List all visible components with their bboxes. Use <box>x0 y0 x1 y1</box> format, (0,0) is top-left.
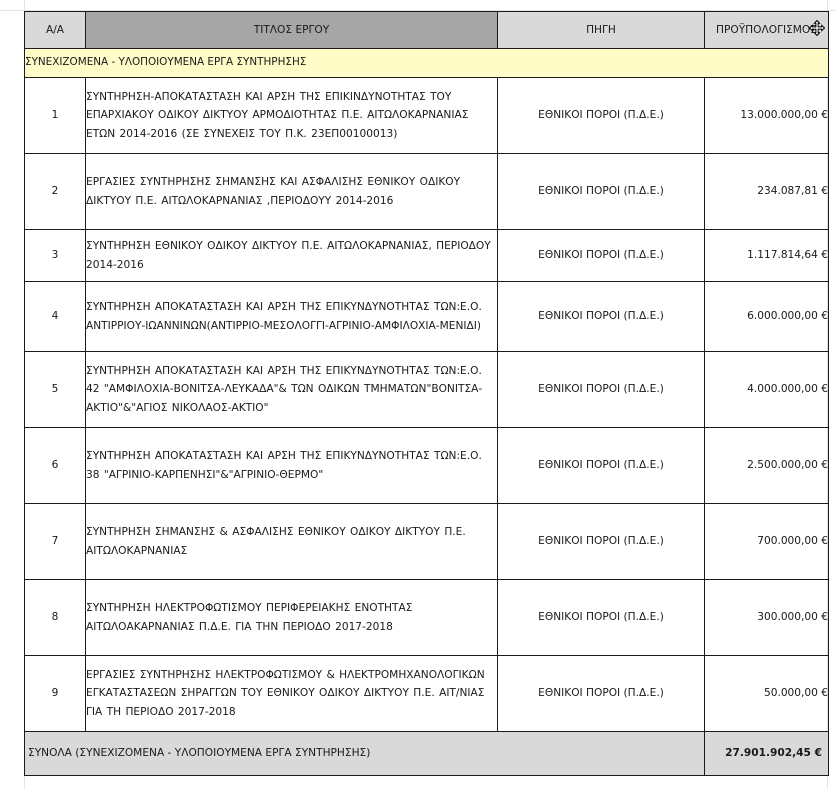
cell-budget[interactable]: 300.000,00 € <box>704 579 829 656</box>
cell-source[interactable]: ΕΘΝΙΚΟΙ ΠΟΡΟΙ (Π.Δ.Ε.) <box>497 229 705 282</box>
table-row: 5 ΣΥΝΤΗΡΗΣΗ ΑΠΟΚΑΤΑΣΤΑΣΗ ΚΑΙ ΑΡΣΗ ΤΗΣ ΕΠ… <box>24 351 829 428</box>
cell-title[interactable]: ΕΡΓΑΣΙΕΣ ΣΥΝΤΗΡΗΣΗΣ ΣΗΜΑΝΣΗΣ ΚΑΙ ΑΣΦΑΛΙΣ… <box>85 153 498 230</box>
table-row: 8 ΣΥΝΤΗΡΗΣΗ ΗΛΕΚΤΡΟΦΩΤΙΣΜΟΥ ΠΕΡΙΦΕΡΕΙΑΚΗ… <box>24 579 829 656</box>
section-row: ΣΥΝΕΧΙΖΟΜΕΝΑ - ΥΛΟΠΟΙΟΥΜΕΝΑ ΕΡΓΑ ΣΥΝΤΗΡΗ… <box>24 48 829 78</box>
cell-source[interactable]: ΕΘΝΙΚΟΙ ΠΟΡΟΙ (Π.Δ.Ε.) <box>497 427 705 504</box>
table-row: 3 ΣΥΝΤΗΡΗΣΗ ΕΘΝΙΚΟΥ ΟΔΙΚΟΥ ΔΙΚΤΥΟΥ Π.Ε. … <box>24 229 829 282</box>
cell-source[interactable]: ΕΘΝΙΚΟΙ ΠΟΡΟΙ (Π.Δ.Ε.) <box>497 153 705 230</box>
header-cell-source[interactable]: ΠΗΓΗ <box>497 11 705 49</box>
cell-title[interactable]: ΣΥΝΤΗΡΗΣΗ ΑΠΟΚΑΤΑΣΤΑΣΗ ΚΑΙ ΑΡΣΗ ΤΗΣ ΕΠΙΚ… <box>85 351 498 428</box>
cell-budget[interactable]: 2.500.000,00 € <box>704 427 829 504</box>
header-label: ΤΙΤΛΟΣ ΕΡΓΟΥ <box>253 23 330 36</box>
cell-number[interactable]: 5 <box>24 351 86 428</box>
cell-title[interactable]: ΣΥΝΤΗΡΗΣΗ ΑΠΟΚΑΤΑΣΤΑΣΗ ΚΑΙ ΑΡΣΗ ΤΗΣ ΕΠΙΚ… <box>85 281 498 352</box>
cell-source[interactable]: ΕΘΝΙΚΟΙ ΠΟΡΟΙ (Π.Δ.Ε.) <box>497 655 705 732</box>
section-cell[interactable]: ΣΥΝΕΧΙΖΟΜΕΝΑ - ΥΛΟΠΟΙΟΥΜΕΝΑ ΕΡΓΑ ΣΥΝΤΗΡΗ… <box>24 48 829 78</box>
cell-title[interactable]: ΣΥΝΤΗΡΗΣΗ ΑΠΟΚΑΤΑΣΤΑΣΗ ΚΑΙ ΑΡΣΗ ΤΗΣ ΕΠΙΚ… <box>85 427 498 504</box>
move-cursor-icon <box>809 20 825 36</box>
cell-number[interactable]: 6 <box>24 427 86 504</box>
header-cell-budget[interactable]: ΠΡΟΫΠΟΛΟΓΙΣΜΟΣ <box>704 11 829 49</box>
cell-number[interactable]: 1 <box>24 77 86 154</box>
cell-budget[interactable]: 6.000.000,00 € <box>704 281 829 352</box>
cell-budget[interactable]: 13.000.000,00 € <box>704 77 829 154</box>
header-label: ΠΡΟΫΠΟΛΟΓΙΣΜΟΣ <box>716 23 817 36</box>
cell-number[interactable]: 7 <box>24 503 86 580</box>
projects-table: Α/Α ΤΙΤΛΟΣ ΕΡΓΟΥ ΠΗΓΗ ΠΡΟΫΠΟΛΟΓΙΣΜΟΣ ΣΥΝ… <box>24 11 829 776</box>
table-row: 7 ΣΥΝΤΗΡΗΣΗ ΣΗΜΑΝΣΗΣ & ΑΣΦΑΛΙΣΗΣ ΕΘΝΙΚΟΥ… <box>24 503 829 580</box>
cell-source[interactable]: ΕΘΝΙΚΟΙ ΠΟΡΟΙ (Π.Δ.Ε.) <box>497 351 705 428</box>
cell-number[interactable]: 4 <box>24 281 86 352</box>
table-row: 9 ΕΡΓΑΣΙΕΣ ΣΥΝΤΗΡΗΣΗΣ ΗΛΕΚΤΡΟΦΩΤΙΣΜΟΥ & … <box>24 655 829 732</box>
cell-title[interactable]: ΣΥΝΤΗΡΗΣΗ-ΑΠΟΚΑΤΑΣΤΑΣΗ ΚΑΙ ΑΡΣΗ ΤΗΣ ΕΠΙΚ… <box>85 77 498 154</box>
table-row: 6 ΣΥΝΤΗΡΗΣΗ ΑΠΟΚΑΤΑΣΤΑΣΗ ΚΑΙ ΑΡΣΗ ΤΗΣ ΕΠ… <box>24 427 829 504</box>
table-row: 4 ΣΥΝΤΗΡΗΣΗ ΑΠΟΚΑΤΑΣΤΑΣΗ ΚΑΙ ΑΡΣΗ ΤΗΣ ΕΠ… <box>24 281 829 352</box>
cell-title[interactable]: ΣΥΝΤΗΡΗΣΗ ΕΘΝΙΚΟΥ ΟΔΙΚΟΥ ΔΙΚΤΥΟΥ Π.Ε. ΑΙ… <box>85 229 498 282</box>
cell-number[interactable]: 8 <box>24 579 86 656</box>
cell-source[interactable]: ΕΘΝΙΚΟΙ ΠΟΡΟΙ (Π.Δ.Ε.) <box>497 503 705 580</box>
header-cell-aa[interactable]: Α/Α <box>24 11 86 49</box>
cell-source[interactable]: ΕΘΝΙΚΟΙ ΠΟΡΟΙ (Π.Δ.Ε.) <box>497 579 705 656</box>
cell-title[interactable]: ΣΥΝΤΗΡΗΣΗ ΣΗΜΑΝΣΗΣ & ΑΣΦΑΛΙΣΗΣ ΕΘΝΙΚΟΥ Ο… <box>85 503 498 580</box>
cell-title[interactable]: ΕΡΓΑΣΙΕΣ ΣΥΝΤΗΡΗΣΗΣ ΗΛΕΚΤΡΟΦΩΤΙΣΜΟΥ & ΗΛ… <box>85 655 498 732</box>
header-row: Α/Α ΤΙΤΛΟΣ ΕΡΓΟΥ ΠΗΓΗ ΠΡΟΫΠΟΛΟΓΙΣΜΟΣ <box>24 11 829 49</box>
cell-budget[interactable]: 1.117.814,64 € <box>704 229 829 282</box>
cell-number[interactable]: 2 <box>24 153 86 230</box>
header-cell-title[interactable]: ΤΙΤΛΟΣ ΕΡΓΟΥ <box>85 11 498 49</box>
table-row: 1 ΣΥΝΤΗΡΗΣΗ-ΑΠΟΚΑΤΑΣΤΑΣΗ ΚΑΙ ΑΡΣΗ ΤΗΣ ΕΠ… <box>24 77 829 154</box>
cell-budget[interactable]: 50.000,00 € <box>704 655 829 732</box>
cell-budget[interactable]: 234.087,81 € <box>704 153 829 230</box>
total-row: ΣΥΝΟΛΑ (ΣΥΝΕΧΙΖΟΜΕΝΑ - ΥΛΟΠΟΙΟΥΜΕΝΑ ΕΡΓΑ… <box>24 731 829 776</box>
cell-budget[interactable]: 4.000.000,00 € <box>704 351 829 428</box>
header-label: Α/Α <box>45 23 65 36</box>
cell-title[interactable]: ΣΥΝΤΗΡΗΣΗ ΗΛΕΚΤΡΟΦΩΤΙΣΜΟΥ ΠΕΡΙΦΕΡΕΙΑΚΗΣ … <box>85 579 498 656</box>
table-row: 2 ΕΡΓΑΣΙΕΣ ΣΥΝΤΗΡΗΣΗΣ ΣΗΜΑΝΣΗΣ ΚΑΙ ΑΣΦΑΛ… <box>24 153 829 230</box>
cell-number[interactable]: 3 <box>24 229 86 282</box>
cell-source[interactable]: ΕΘΝΙΚΟΙ ΠΟΡΟΙ (Π.Δ.Ε.) <box>497 281 705 352</box>
cell-source[interactable]: ΕΘΝΙΚΟΙ ΠΟΡΟΙ (Π.Δ.Ε.) <box>497 77 705 154</box>
cell-budget[interactable]: 700.000,00 € <box>704 503 829 580</box>
cell-number[interactable]: 9 <box>24 655 86 732</box>
total-amount-cell[interactable]: 27.901.902,45 € <box>704 731 829 776</box>
header-label: ΠΗΓΗ <box>586 23 616 36</box>
total-label-cell[interactable]: ΣΥΝΟΛΑ (ΣΥΝΕΧΙΖΟΜΕΝΑ - ΥΛΟΠΟΙΟΥΜΕΝΑ ΕΡΓΑ… <box>24 731 705 776</box>
